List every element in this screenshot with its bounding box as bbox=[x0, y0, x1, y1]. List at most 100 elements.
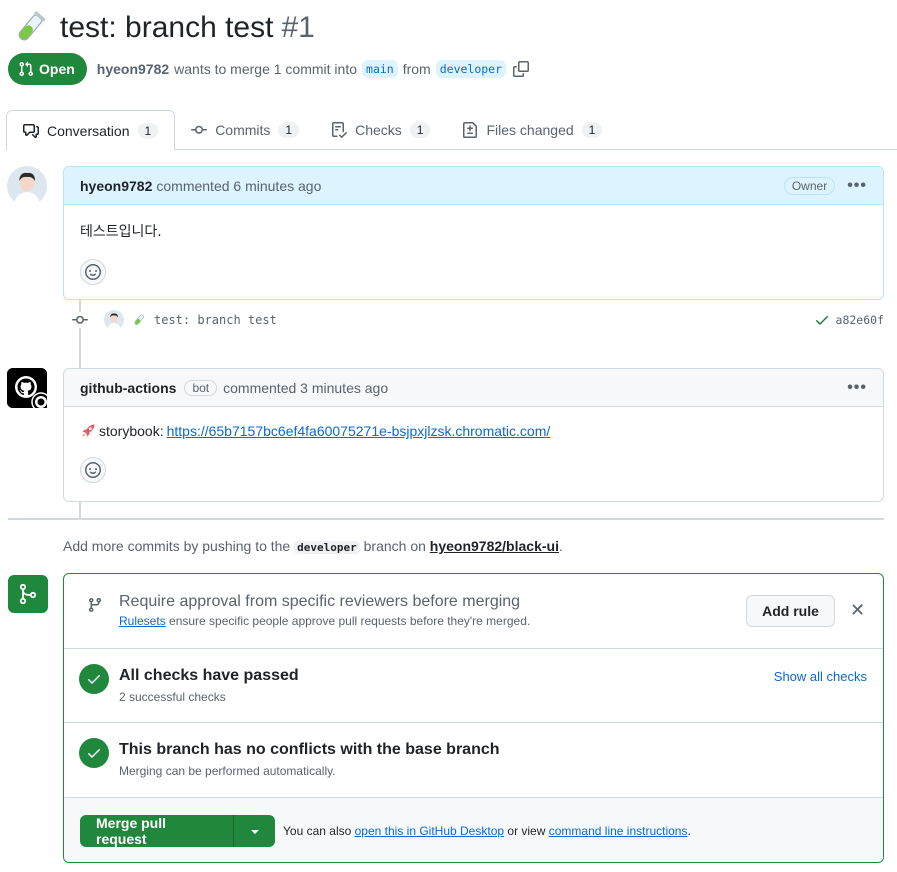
owner-badge: Owner bbox=[783, 176, 836, 195]
head-branch-tag[interactable]: developer bbox=[435, 60, 507, 78]
tab-label: Files changed bbox=[486, 122, 574, 138]
file-diff-icon bbox=[463, 122, 478, 138]
commit-sha[interactable]: a82e60f bbox=[836, 313, 884, 327]
copy-icon[interactable] bbox=[513, 61, 530, 77]
merge-box: Require approval from specific reviewers… bbox=[63, 573, 884, 863]
conflicts-subtitle: Merging can be performed automatically. bbox=[119, 764, 336, 778]
check-circle-icon bbox=[79, 738, 109, 768]
merge-options-dropdown[interactable] bbox=[234, 815, 275, 847]
avatar[interactable] bbox=[104, 310, 124, 330]
github-actions-logo-icon bbox=[7, 368, 51, 412]
from-text: from bbox=[402, 61, 431, 77]
avatar[interactable] bbox=[7, 166, 47, 206]
rules-subtitle: Rulesets ensure specific people approve … bbox=[119, 614, 530, 628]
comment-author[interactable]: github-actions bbox=[80, 380, 176, 396]
merge-pull-request-button[interactable]: Merge pull request bbox=[80, 814, 234, 847]
tab-files-changed[interactable]: Files changed 1 bbox=[446, 110, 618, 150]
commit-icon bbox=[72, 312, 88, 328]
merge-note-text: . bbox=[687, 823, 691, 838]
pr-status-row: Open hyeon9782 wants to merge 1 commit i… bbox=[8, 53, 530, 85]
open-desktop-link[interactable]: open this in GitHub Desktop bbox=[355, 824, 504, 838]
tab-counter: 1 bbox=[409, 122, 431, 138]
checks-subtitle: 2 successful checks bbox=[119, 690, 226, 704]
push-hint-text: . bbox=[558, 538, 563, 554]
tab-conversation[interactable]: Conversation 1 bbox=[6, 110, 176, 151]
commit-message[interactable]: test: branch test bbox=[154, 313, 277, 327]
rules-subtitle-text: ensure specific people approve pull requ… bbox=[169, 614, 531, 628]
tab-counter: 1 bbox=[581, 122, 603, 138]
comment-prefix: storybook: bbox=[99, 423, 164, 439]
merge-note-text: You can also bbox=[283, 823, 352, 838]
rocket-icon bbox=[82, 424, 95, 437]
merge-note-text: or view bbox=[507, 823, 546, 838]
tab-label: Conversation bbox=[47, 122, 130, 139]
pr-title-row: test: branch test #1 bbox=[12, 8, 315, 48]
triangle-down-icon bbox=[250, 829, 259, 834]
bot-badge: bot bbox=[184, 379, 218, 396]
comment-text: 테스트입니다. bbox=[80, 224, 162, 240]
tab-counter: 1 bbox=[137, 122, 159, 139]
commit-status: a82e60f bbox=[814, 312, 884, 328]
conflicts-title: This branch has no conflicts with the ba… bbox=[119, 741, 500, 758]
rules-title: Require approval from specific reviewers… bbox=[119, 593, 521, 610]
rulesets-link[interactable]: Rulesets bbox=[119, 614, 166, 628]
comment-body: 테스트입니다. bbox=[64, 205, 883, 301]
timeline-divider bbox=[8, 518, 884, 520]
comment-card: hyeon9782 commented 6 minutes ago Owner … bbox=[63, 166, 884, 300]
checks-section: All checks have passed 2 successful chec… bbox=[64, 649, 883, 723]
commit-row: test: branch test a82e60f bbox=[72, 308, 884, 332]
comment-body: storybook: https://65b7157bc6ef4fa600752… bbox=[64, 407, 883, 499]
smiley-icon bbox=[85, 264, 101, 280]
storybook-link[interactable]: https://65b7157bc6ef4fa60075271e-bsjpxjl… bbox=[167, 423, 551, 439]
merge-status-icon bbox=[8, 575, 48, 613]
merge-description: wants to merge 1 commit into bbox=[174, 61, 358, 77]
add-reaction-button[interactable] bbox=[80, 259, 106, 285]
comment-meta[interactable]: commented 6 minutes ago bbox=[156, 178, 321, 194]
kebab-menu-icon[interactable]: ••• bbox=[847, 379, 867, 397]
pull-request-icon bbox=[19, 61, 34, 77]
commit-icon bbox=[191, 125, 208, 134]
tab-checks[interactable]: Checks 1 bbox=[315, 110, 446, 150]
base-branch-tag[interactable]: main bbox=[362, 60, 398, 78]
command-line-link[interactable]: command line instructions bbox=[549, 824, 688, 838]
test-tube-icon bbox=[134, 314, 144, 325]
comment-card: github-actions bot commented 3 minutes a… bbox=[63, 368, 884, 502]
push-hint-text: Add more commits by pushing to the bbox=[63, 538, 291, 554]
close-icon[interactable]: ✕ bbox=[850, 601, 865, 619]
comment-meta[interactable]: commented 3 minutes ago bbox=[223, 380, 388, 396]
comment-author[interactable]: hyeon9782 bbox=[80, 178, 152, 194]
status-label: Open bbox=[39, 61, 75, 77]
smiley-icon bbox=[85, 462, 101, 478]
check-icon[interactable] bbox=[814, 312, 830, 328]
avatar[interactable] bbox=[7, 368, 51, 412]
push-hint-text: branch on bbox=[363, 538, 426, 554]
pr-number: #1 bbox=[281, 11, 315, 44]
merge-button-group: Merge pull request bbox=[80, 814, 275, 847]
branch-code: developer bbox=[294, 541, 360, 554]
check-circle-icon bbox=[79, 664, 109, 694]
conflicts-section: This branch has no conflicts with the ba… bbox=[64, 723, 883, 798]
add-rule-button[interactable]: Add rule bbox=[746, 595, 835, 627]
comment-header: github-actions bot commented 3 minutes a… bbox=[64, 369, 883, 407]
repo-link[interactable]: hyeon9782/black-ui bbox=[430, 538, 559, 554]
checklist-icon bbox=[332, 122, 348, 138]
tab-commits[interactable]: Commits 1 bbox=[175, 110, 315, 150]
rules-section: Require approval from specific reviewers… bbox=[64, 574, 883, 649]
pr-tabs: Conversation 1 Commits 1 Checks 1 Files … bbox=[6, 110, 897, 151]
merge-note: You can also open this in GitHub Desktop… bbox=[283, 824, 691, 838]
tab-counter: 1 bbox=[278, 122, 300, 138]
add-reaction-button[interactable] bbox=[80, 457, 106, 483]
checks-title: All checks have passed bbox=[119, 667, 299, 684]
conversation-icon bbox=[23, 123, 39, 138]
page-title: test: branch test bbox=[60, 11, 274, 44]
user-avatar-image bbox=[7, 166, 47, 206]
pr-author-link[interactable]: hyeon9782 bbox=[97, 61, 169, 77]
show-all-checks-link[interactable]: Show all checks bbox=[774, 669, 867, 684]
push-hint: Add more commits by pushing to the devel… bbox=[63, 538, 563, 554]
tab-label: Checks bbox=[355, 122, 402, 138]
git-merge-icon bbox=[19, 583, 37, 605]
merge-footer: Merge pull request You can also open thi… bbox=[64, 798, 883, 862]
kebab-menu-icon[interactable]: ••• bbox=[847, 177, 867, 195]
status-badge: Open bbox=[8, 53, 87, 85]
comment-text: storybook: https://65b7157bc6ef4fa600752… bbox=[80, 423, 867, 439]
